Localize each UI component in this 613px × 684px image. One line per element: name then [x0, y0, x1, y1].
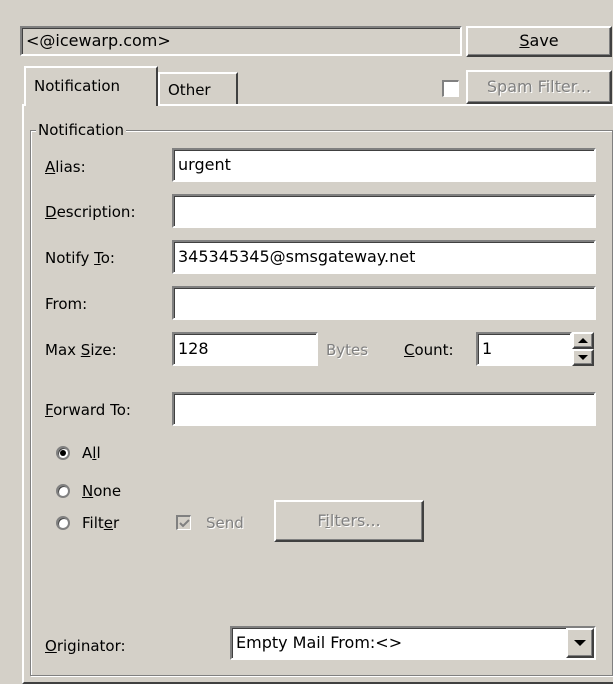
radio-all-label: All	[82, 444, 101, 462]
alias-input[interactable]: urgent	[172, 148, 596, 182]
count-input[interactable]: 1	[476, 332, 572, 366]
tab-other-label: Other	[168, 81, 211, 99]
from-input[interactable]	[172, 286, 596, 320]
send-label: Send	[206, 514, 244, 532]
save-label-key: S	[519, 31, 530, 50]
notify-to-input[interactable]: 345345345@smsgateway.net	[172, 240, 596, 274]
send-checkbox[interactable]	[176, 515, 191, 530]
originator-label: Originator:	[45, 637, 126, 655]
check-icon	[179, 519, 190, 528]
groupbox-title: Notification	[36, 120, 127, 140]
count-label: Count:	[404, 341, 454, 359]
radio-filter-label: Filter	[82, 514, 120, 532]
spin-up-button[interactable]	[572, 332, 594, 349]
originator-value: Empty Mail From:<>	[236, 633, 403, 652]
tab-notification[interactable]: Notification	[24, 66, 158, 106]
description-input[interactable]	[172, 194, 596, 228]
alias-label: Alias:	[45, 158, 86, 176]
originator-select[interactable]: Empty Mail From:<>	[230, 626, 596, 660]
count-spinner[interactable]	[572, 332, 596, 366]
spam-filter-label: Spam Filter...	[486, 77, 592, 96]
max-size-input[interactable]: 128	[172, 332, 318, 366]
bytes-unit-label: Bytes	[326, 341, 369, 359]
chevron-down-icon	[574, 640, 586, 646]
originator-dropdown-button[interactable]	[566, 628, 594, 658]
tab-notification-label: Notification	[34, 77, 121, 95]
spam-filter-button[interactable]: Spam Filter...	[466, 70, 612, 104]
radio-all[interactable]	[56, 446, 70, 460]
save-button[interactable]: Save	[466, 26, 612, 57]
spin-down-button[interactable]	[572, 349, 594, 366]
radio-none[interactable]	[56, 484, 70, 498]
spam-filter-checkbox[interactable]	[442, 80, 459, 97]
description-label: Description:	[45, 203, 136, 221]
radio-filter[interactable]	[56, 516, 70, 530]
spin-down-icon	[578, 355, 588, 360]
filters-button[interactable]: Filters...	[274, 500, 424, 542]
account-field[interactable]: <@icewarp.com>	[20, 26, 462, 56]
tab-other[interactable]: Other	[158, 72, 238, 106]
notify-to-label: Notify To:	[45, 249, 115, 267]
forward-to-input[interactable]	[172, 392, 596, 426]
forward-to-label: Forward To:	[45, 401, 131, 419]
from-label: From:	[45, 295, 88, 313]
spin-up-icon	[578, 338, 588, 343]
radio-none-label: None	[82, 482, 122, 500]
max-size-label: Max Size:	[45, 341, 117, 359]
save-label-post: ave	[529, 31, 559, 50]
